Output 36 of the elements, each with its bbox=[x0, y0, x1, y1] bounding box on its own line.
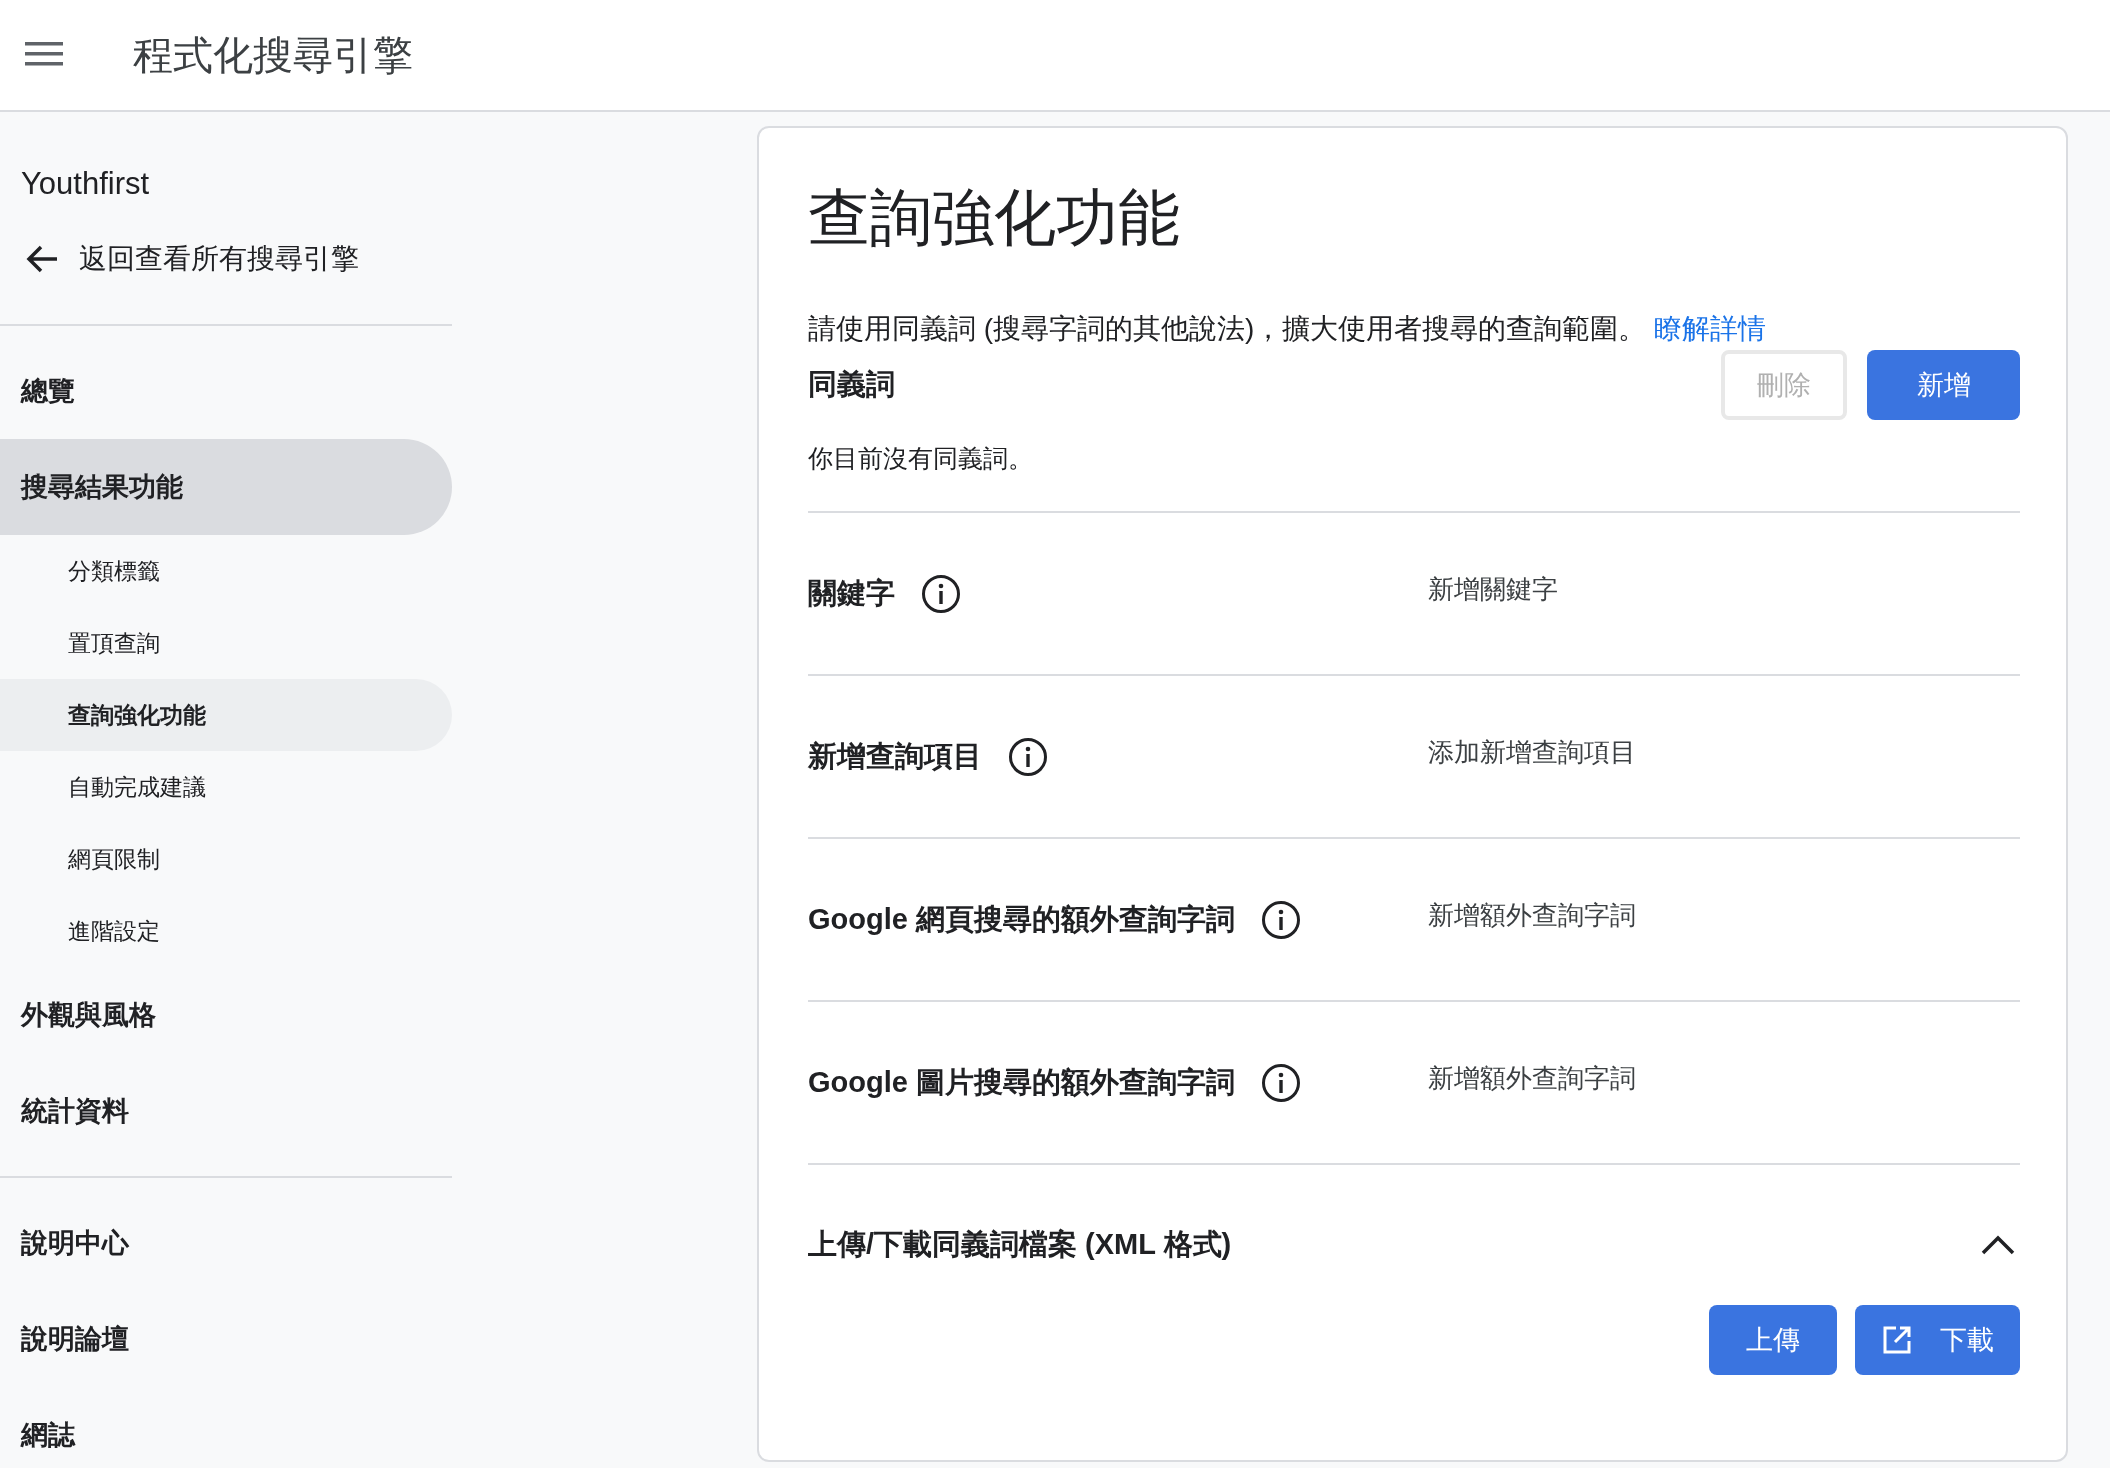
engine-name: Youthfirst bbox=[20, 165, 151, 203]
upload-button[interactable]: 上傳 bbox=[1709, 1305, 1837, 1375]
field-label: Google 網頁搜尋的額外查詢字詞 bbox=[808, 901, 1235, 937]
back-arrow-icon bbox=[25, 244, 59, 274]
field-label: Google 圖片搜尋的額外查詢字詞 bbox=[808, 1064, 1235, 1100]
app-title: 程式化搜尋引擎 bbox=[133, 31, 413, 79]
nav-item[interactable]: 搜尋結果功能 bbox=[0, 439, 452, 535]
chevron-up-icon[interactable] bbox=[1981, 1235, 2015, 1255]
info-icon[interactable] bbox=[1008, 736, 1048, 777]
nav-item[interactable]: 統計資料 bbox=[0, 1063, 452, 1159]
help-link[interactable]: 說明中心 bbox=[0, 1195, 452, 1291]
nav-subitem[interactable]: 分類標籤 bbox=[0, 535, 452, 607]
field-label: 新增查詢項目 bbox=[808, 738, 982, 774]
info-icon[interactable] bbox=[1260, 1062, 1301, 1103]
nav-subitem[interactable]: 置頂查詢 bbox=[0, 607, 452, 679]
info-icon[interactable] bbox=[1260, 899, 1301, 940]
help-link[interactable]: 說明論壇 bbox=[0, 1291, 452, 1387]
help-link[interactable]: 網誌 bbox=[0, 1387, 452, 1468]
nav-subitem[interactable]: 進階設定 bbox=[0, 895, 452, 967]
add-button[interactable]: 新增 bbox=[1867, 350, 2020, 420]
learn-more-link[interactable]: 瞭解詳情 bbox=[1654, 313, 1767, 344]
description-text: 請使用同義詞 (搜尋字詞的其他說法)，擴大使用者搜尋的查詢範圍。 瞭解詳情 bbox=[808, 312, 1768, 346]
nav-subitem[interactable]: 網頁限制 bbox=[0, 823, 452, 895]
section-heading: 上傳/下載同義詞檔案 (XML 格式) bbox=[808, 1227, 1232, 1262]
nav-subitem[interactable]: 自動完成建議 bbox=[0, 751, 452, 823]
open-in-new-icon bbox=[1881, 1325, 1912, 1355]
download-button[interactable]: 下載 bbox=[1855, 1305, 2020, 1375]
nav-item[interactable]: 總覽 bbox=[0, 343, 452, 439]
empty-message: 你目前沒有同義詞。 bbox=[808, 442, 2020, 513]
info-icon[interactable] bbox=[921, 573, 961, 614]
page-title: 查詢強化功能 bbox=[808, 182, 1181, 254]
field-label: 關鍵字 bbox=[808, 575, 895, 611]
section-heading: 同義詞 bbox=[808, 367, 895, 402]
nav-item[interactable]: 外觀與風格 bbox=[0, 967, 452, 1063]
nav-subitem[interactable]: 查詢強化功能 bbox=[0, 679, 452, 751]
back-link[interactable]: 返回查看所有搜尋引擎 bbox=[0, 240, 359, 278]
